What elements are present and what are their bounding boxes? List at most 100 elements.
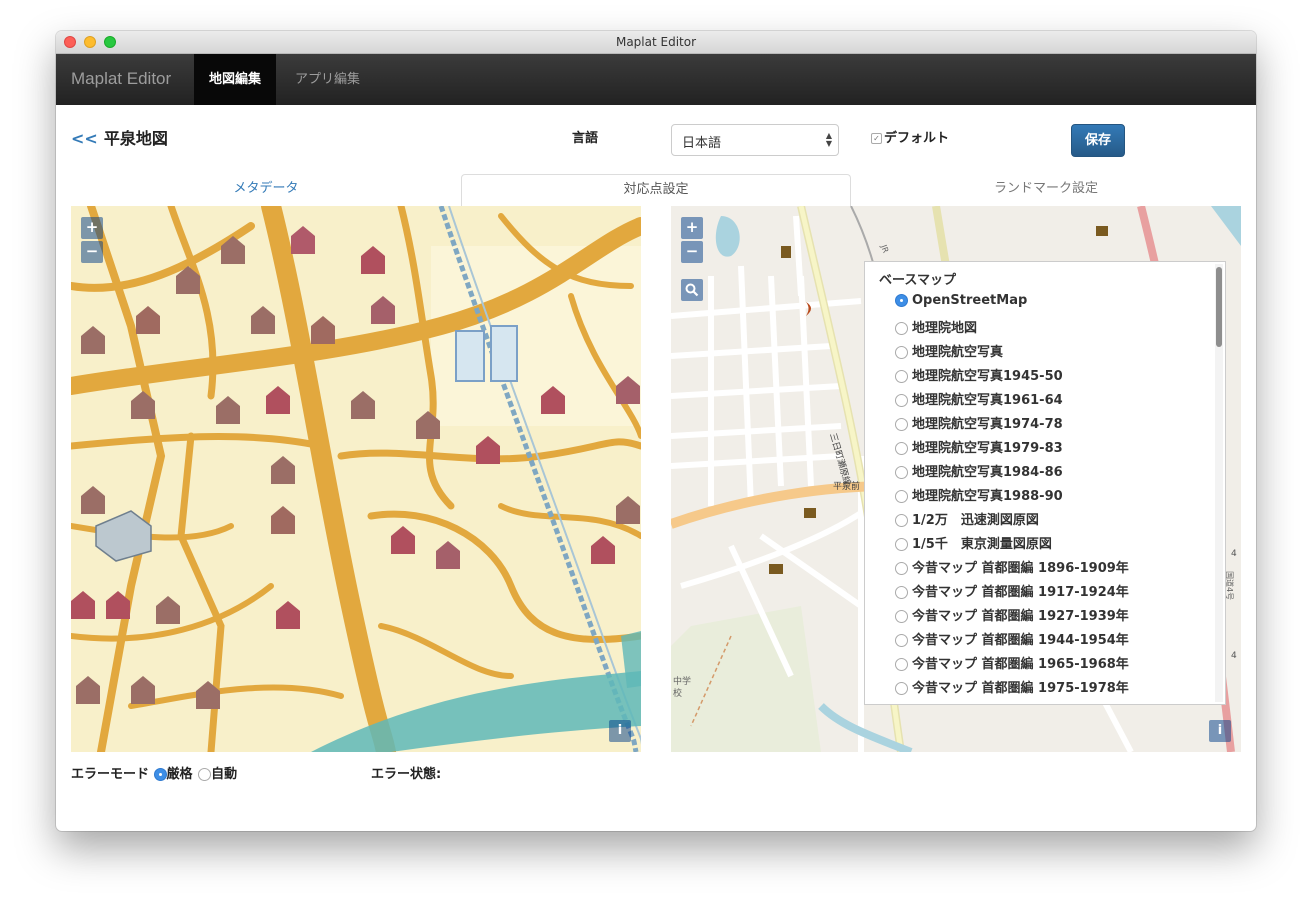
language-label: 言語 bbox=[572, 131, 599, 146]
layer-label: 今昔マップ 首都圏編 1975-1978年 bbox=[912, 681, 1129, 696]
road-label-kokudo: 国道4号 bbox=[1225, 571, 1235, 600]
base-map-layer-item[interactable]: 今昔マップ 首都圏編 1965-1968年 bbox=[895, 653, 1209, 677]
base-map-layer-item[interactable]: 地理院航空写真1961-64 bbox=[895, 389, 1209, 413]
road-label-4b: 4 bbox=[1231, 651, 1237, 661]
layer-label: 地理院航空写真1984-86 bbox=[912, 465, 1063, 480]
layer-radio[interactable] bbox=[895, 658, 908, 671]
layer-label: OpenStreetMap bbox=[912, 293, 1028, 308]
search-button[interactable] bbox=[681, 279, 703, 301]
left-zoom-in-button[interactable]: + bbox=[81, 217, 103, 239]
layer-list-scrollbar-thumb[interactable] bbox=[1216, 267, 1222, 347]
base-map[interactable]: 三日町瀬原線 平泉前 JR 国道4号 4 4 中学 校 + − i ベースマップ… bbox=[671, 206, 1241, 752]
default-label: デフォルト bbox=[884, 131, 950, 146]
base-map-layer-item[interactable]: 地理院航空写真 bbox=[895, 341, 1209, 365]
base-map-layer-item[interactable]: 1/5千 東京測量図原図 bbox=[895, 533, 1209, 557]
base-map-layer-item[interactable]: 1/2万 迅速測図原図 bbox=[895, 509, 1209, 533]
left-map-info-button[interactable]: i bbox=[609, 720, 631, 742]
base-map-layer-item[interactable]: 今昔マップ 首都圏編 1927-1939年 bbox=[895, 605, 1209, 629]
layer-label: 1/5千 東京測量図原図 bbox=[912, 537, 1052, 552]
historical-map[interactable]: + − i bbox=[71, 206, 641, 752]
map-title: 平泉地図 bbox=[103, 129, 168, 148]
layer-label: 地理院航空写真1979-83 bbox=[912, 441, 1063, 456]
base-map-layer-list: OpenStreetMap 地理院地図地理院航空写真地理院航空写真1945-50 地… bbox=[895, 293, 1209, 704]
layer-radio[interactable] bbox=[895, 322, 908, 335]
layer-radio[interactable] bbox=[895, 610, 908, 623]
layer-radio[interactable] bbox=[895, 538, 908, 551]
map-header: << 平泉地図 言語 日本語 ▲ ▼ ✓ デフォルト 保存 bbox=[56, 105, 1256, 165]
layer-radio[interactable] bbox=[895, 586, 908, 599]
save-button[interactable]: 保存 bbox=[1071, 124, 1125, 157]
layer-radio[interactable] bbox=[895, 682, 908, 695]
error-mode-label: エラーモード bbox=[71, 767, 150, 782]
tab-gcp-settings[interactable]: 対応点設定 bbox=[461, 174, 851, 206]
right-zoom-in-button[interactable]: + bbox=[681, 217, 703, 239]
school-label-2: 校 bbox=[673, 687, 682, 699]
layer-label: 今昔マップ 首都圏編 1965-1968年 bbox=[912, 657, 1129, 672]
error-state-label: エラー状態: bbox=[371, 767, 442, 782]
layer-radio[interactable] bbox=[895, 346, 908, 359]
language-select[interactable]: 日本語 ▲ ▼ bbox=[671, 124, 839, 156]
layer-label: 地理院地図 bbox=[912, 321, 978, 336]
layer-radio[interactable] bbox=[895, 370, 908, 383]
back-link[interactable]: << 平泉地図 bbox=[71, 125, 168, 149]
base-map-layer-item[interactable]: 地理院航空写真1974-78 bbox=[895, 413, 1209, 437]
nav-tab-map-edit[interactable]: 地図編集 bbox=[194, 54, 277, 105]
layer-radio[interactable] bbox=[895, 442, 908, 455]
layer-label: 地理院航空写真 bbox=[912, 345, 1004, 360]
base-map-layer-item[interactable]: 今昔マップ 首都圏編 1975-1978年 bbox=[895, 677, 1209, 701]
base-map-layer-item[interactable]: 地理院航空写真1945-50 bbox=[895, 365, 1209, 389]
base-map-layer-item[interactable]: 地理院地図 bbox=[895, 317, 1209, 341]
base-map-layer-item[interactable]: 地理院航空写真1988-90 bbox=[895, 485, 1209, 509]
nav-tab-app-edit[interactable]: アプリ編集 bbox=[280, 54, 375, 105]
layer-radio[interactable] bbox=[895, 562, 908, 575]
navbar: Maplat Editor 地図編集 アプリ編集 bbox=[56, 54, 1256, 105]
error-mode-auto-label: 自動 bbox=[211, 767, 238, 782]
search-icon bbox=[685, 283, 699, 297]
tab-landmark-settings[interactable]: ランドマーク設定 bbox=[851, 174, 1241, 206]
error-mode: エラーモード 厳格 自動 bbox=[71, 763, 237, 782]
base-map-layer-item[interactable]: 今昔マップ 首都圏編 1944-1954年 bbox=[895, 629, 1209, 653]
app-window: Maplat Editor Maplat Editor 地図編集 アプリ編集 <… bbox=[56, 31, 1256, 831]
base-map-switcher: ベースマップ OpenStreetMap 地理院地図地理院航空写真地理院航空写真1… bbox=[864, 261, 1226, 705]
language-select-value: 日本語 bbox=[682, 136, 722, 151]
base-map-title: ベースマップ bbox=[879, 273, 956, 288]
layer-label: 地理院航空写真1974-78 bbox=[912, 417, 1063, 432]
window-title: Maplat Editor bbox=[615, 35, 697, 49]
title-bar: Maplat Editor bbox=[56, 31, 1256, 54]
right-map-info-button[interactable]: i bbox=[1209, 720, 1231, 742]
base-map-layer-item[interactable]: 地理院航空写真1984-86 bbox=[895, 461, 1209, 485]
layer-radio[interactable] bbox=[895, 294, 908, 307]
back-arrows[interactable]: << bbox=[71, 129, 98, 148]
error-mode-auto-radio[interactable] bbox=[198, 768, 212, 781]
error-mode-strict-label: 厳格 bbox=[166, 767, 193, 782]
base-map-layer-item[interactable]: 今昔マップ 首都圏編 1896-1909年 bbox=[895, 557, 1209, 581]
select-arrows-icon: ▲ ▼ bbox=[825, 131, 832, 148]
default-checkbox[interactable]: ✓ デフォルト bbox=[871, 127, 949, 146]
layer-radio[interactable] bbox=[895, 490, 908, 503]
road-label-hiraizumi: 平泉前 bbox=[833, 480, 860, 492]
layer-label: 地理院航空写真1961-64 bbox=[912, 393, 1063, 408]
editor-tabs: メタデータ 対応点設定 ランドマーク設定 bbox=[71, 174, 1241, 206]
layer-radio[interactable] bbox=[895, 514, 908, 527]
layer-label: 地理院航空写真1988-90 bbox=[912, 489, 1063, 504]
base-map-layer-item[interactable]: 地理院航空写真1979-83 bbox=[895, 437, 1209, 461]
right-zoom-out-button[interactable]: − bbox=[681, 241, 703, 263]
left-zoom-out-button[interactable]: − bbox=[81, 241, 103, 263]
error-mode-strict-radio[interactable] bbox=[153, 768, 167, 781]
layer-label: 今昔マップ 首都圏編 1944-1954年 bbox=[912, 633, 1129, 648]
layer-radio[interactable] bbox=[895, 466, 908, 479]
layer-label: 今昔マップ 首都圏編 1917-1924年 bbox=[912, 585, 1129, 600]
layer-radio[interactable] bbox=[895, 634, 908, 647]
road-label-4a: 4 bbox=[1231, 549, 1237, 559]
layer-radio[interactable] bbox=[895, 418, 908, 431]
base-map-layer-item[interactable]: 今昔マップ 首都圏編 1983-1987年 bbox=[895, 701, 1209, 704]
base-map-layer-item[interactable]: 今昔マップ 首都圏編 1917-1924年 bbox=[895, 581, 1209, 605]
school-label: 中学 bbox=[673, 675, 691, 687]
layer-label: 1/2万 迅速測図原図 bbox=[912, 513, 1039, 528]
base-map-layer-item[interactable]: OpenStreetMap bbox=[895, 293, 1209, 317]
layer-radio[interactable] bbox=[895, 394, 908, 407]
historical-map-canvas bbox=[71, 206, 641, 752]
checkbox-icon[interactable]: ✓ bbox=[871, 133, 882, 144]
navbar-brand[interactable]: Maplat Editor bbox=[71, 69, 171, 89]
tab-metadata[interactable]: メタデータ bbox=[71, 174, 461, 206]
